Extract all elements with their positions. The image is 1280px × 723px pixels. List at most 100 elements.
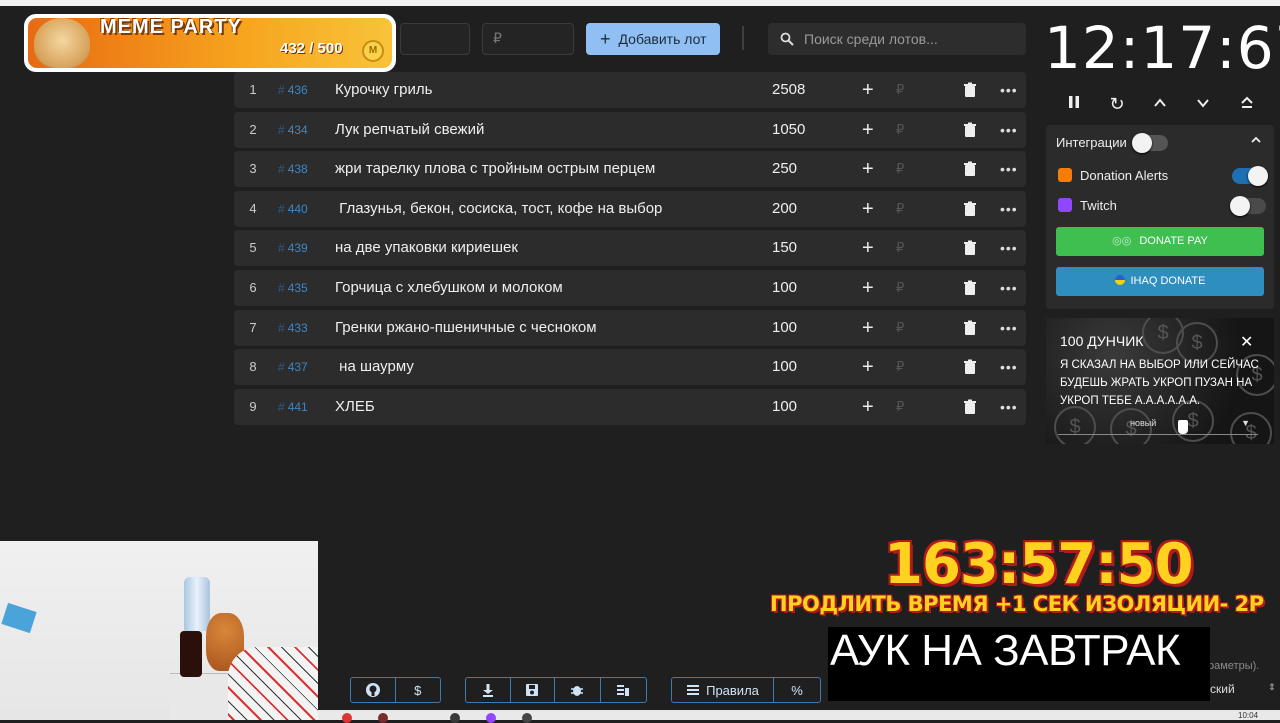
- add-amount-icon[interactable]: +: [862, 151, 874, 187]
- add-amount-icon[interactable]: +: [862, 310, 874, 346]
- rub-icon[interactable]: ₽: [896, 270, 904, 306]
- pause-icon[interactable]: [1062, 93, 1086, 115]
- twitch-app-icon[interactable]: [486, 713, 496, 723]
- close-icon[interactable]: ✕: [1240, 332, 1253, 352]
- rub-icon[interactable]: ₽: [896, 389, 904, 425]
- more-icon[interactable]: •••: [1000, 191, 1018, 227]
- lot-name[interactable]: жри тарелку плова с тройным острым перце…: [335, 151, 655, 187]
- app-icon[interactable]: [378, 713, 388, 723]
- lot-name[interactable]: на шаурму: [335, 349, 414, 385]
- more-icon[interactable]: •••: [1000, 72, 1018, 108]
- twitch-toggle[interactable]: [1230, 196, 1266, 216]
- add-amount-icon[interactable]: +: [862, 72, 874, 108]
- lot-amount[interactable]: 100: [772, 270, 797, 306]
- add-amount-icon[interactable]: +: [862, 270, 874, 306]
- rub-icon[interactable]: ₽: [896, 72, 904, 108]
- rules-button[interactable]: Правила: [672, 678, 774, 702]
- trash-icon[interactable]: [962, 122, 978, 138]
- more-icon[interactable]: •••: [1000, 151, 1018, 187]
- lot-name[interactable]: Лук репчатый свежий: [335, 112, 484, 148]
- amount-input[interactable]: ₽: [482, 23, 574, 55]
- app-icon[interactable]: [522, 713, 532, 723]
- add-amount-icon[interactable]: +: [862, 230, 874, 266]
- save-button[interactable]: [511, 678, 556, 702]
- lot-index: 4: [249, 200, 257, 216]
- params-text: раметры).: [1208, 660, 1260, 672]
- lot-amount[interactable]: 250: [772, 151, 797, 187]
- reset-icon[interactable]: ↻: [1105, 93, 1129, 115]
- donatepay-icon: ◎◎: [1112, 235, 1132, 247]
- trash-icon[interactable]: [962, 399, 978, 415]
- more-icon[interactable]: •••: [1000, 389, 1018, 425]
- trash-icon[interactable]: [962, 359, 978, 375]
- chevron-up-icon[interactable]: [1148, 93, 1172, 115]
- collapse-icon[interactable]: [1250, 133, 1262, 151]
- lot-amount[interactable]: 150: [772, 230, 797, 266]
- donatepay-button[interactable]: ◎◎ DONATE PAY: [1056, 227, 1264, 256]
- search-box[interactable]: [768, 23, 1026, 55]
- donation-alerts-toggle[interactable]: [1232, 166, 1268, 186]
- percent-button[interactable]: %: [774, 678, 820, 702]
- rub-icon[interactable]: ₽: [896, 230, 904, 266]
- lot-amount[interactable]: 1050: [772, 112, 805, 148]
- lot-name-input[interactable]: [400, 23, 470, 55]
- trash-icon[interactable]: [962, 280, 978, 296]
- lot-name[interactable]: на две упаковки кириешек: [335, 230, 518, 266]
- rub-icon[interactable]: ₽: [896, 310, 904, 346]
- search-input[interactable]: [802, 30, 1006, 48]
- lot-id: #441: [278, 399, 308, 414]
- rub-icon[interactable]: ₽: [896, 191, 904, 227]
- browser-icon[interactable]: [342, 713, 352, 723]
- add-amount-icon[interactable]: +: [862, 112, 874, 148]
- github-button[interactable]: [351, 678, 396, 702]
- lot-row: 2 #434 Лук репчатый свежий 1050 + ₽ •••: [234, 111, 1026, 148]
- trash-icon[interactable]: [962, 201, 978, 217]
- ihaq-button[interactable]: IHAQ DONATE: [1056, 267, 1264, 296]
- chevron-down-icon[interactable]: [1191, 93, 1215, 115]
- bug-report-button[interactable]: [555, 678, 601, 702]
- rub-icon[interactable]: ₽: [896, 349, 904, 385]
- language-select[interactable]: ский: [1210, 682, 1235, 696]
- more-icon[interactable]: •••: [1000, 349, 1018, 385]
- more-icon[interactable]: •••: [1000, 270, 1018, 306]
- lot-name[interactable]: ХЛЕБ: [335, 389, 375, 425]
- rub-icon[interactable]: ₽: [896, 112, 904, 148]
- more-icon[interactable]: •••: [1000, 112, 1018, 148]
- github-icon: [365, 683, 380, 697]
- lot-amount[interactable]: 100: [772, 349, 797, 385]
- app-icon[interactable]: [450, 713, 460, 723]
- trash-icon[interactable]: [962, 240, 978, 256]
- add-amount-icon[interactable]: +: [862, 389, 874, 425]
- donation-target-select[interactable]: новый ▼: [1058, 416, 1258, 435]
- trash-icon[interactable]: [962, 82, 978, 98]
- trash-icon[interactable]: [962, 161, 978, 177]
- meme-party-progress: 432 / 500: [280, 40, 343, 57]
- lot-index: 1: [249, 82, 257, 97]
- lot-amount[interactable]: 2508: [772, 72, 805, 108]
- more-icon[interactable]: •••: [1000, 310, 1018, 346]
- rub-icon[interactable]: ₽: [896, 151, 904, 187]
- lot-amount[interactable]: 100: [772, 389, 797, 425]
- add-amount-icon[interactable]: +: [862, 349, 874, 385]
- lot-amount[interactable]: 100: [772, 310, 797, 346]
- percent-label: %: [791, 682, 803, 698]
- lot-id: #434: [278, 122, 308, 137]
- donate-button[interactable]: $: [396, 678, 441, 702]
- meme-party-widget: MEME PARTY 432 / 500 M: [24, 14, 396, 72]
- lot-amount[interactable]: 200: [772, 191, 797, 227]
- lot-name[interactable]: Гренки ржано-пшеничные с чесноком: [335, 310, 597, 346]
- lot-id: #436: [278, 83, 308, 97]
- clear-lots-button[interactable]: [601, 678, 646, 702]
- more-icon[interactable]: •••: [1000, 230, 1018, 266]
- download-button[interactable]: [466, 678, 511, 702]
- add-lot-button[interactable]: + Добавить лот: [586, 23, 720, 55]
- add-amount-icon[interactable]: +: [862, 191, 874, 227]
- integrations-toggle[interactable]: [1132, 133, 1168, 153]
- lot-name[interactable]: Курочку гриль: [335, 72, 432, 108]
- double-up-icon[interactable]: [1235, 93, 1259, 115]
- lot-name[interactable]: Глазунья, бекон, сосиска, тост, кофе на …: [335, 191, 662, 227]
- trash-icon[interactable]: [962, 320, 978, 336]
- lot-name[interactable]: Горчица с хлебушком и молоком: [335, 270, 563, 306]
- lot-index: 9: [249, 398, 257, 414]
- lot-row: 8 #437 на шаурму 100 + ₽ •••: [234, 349, 1026, 386]
